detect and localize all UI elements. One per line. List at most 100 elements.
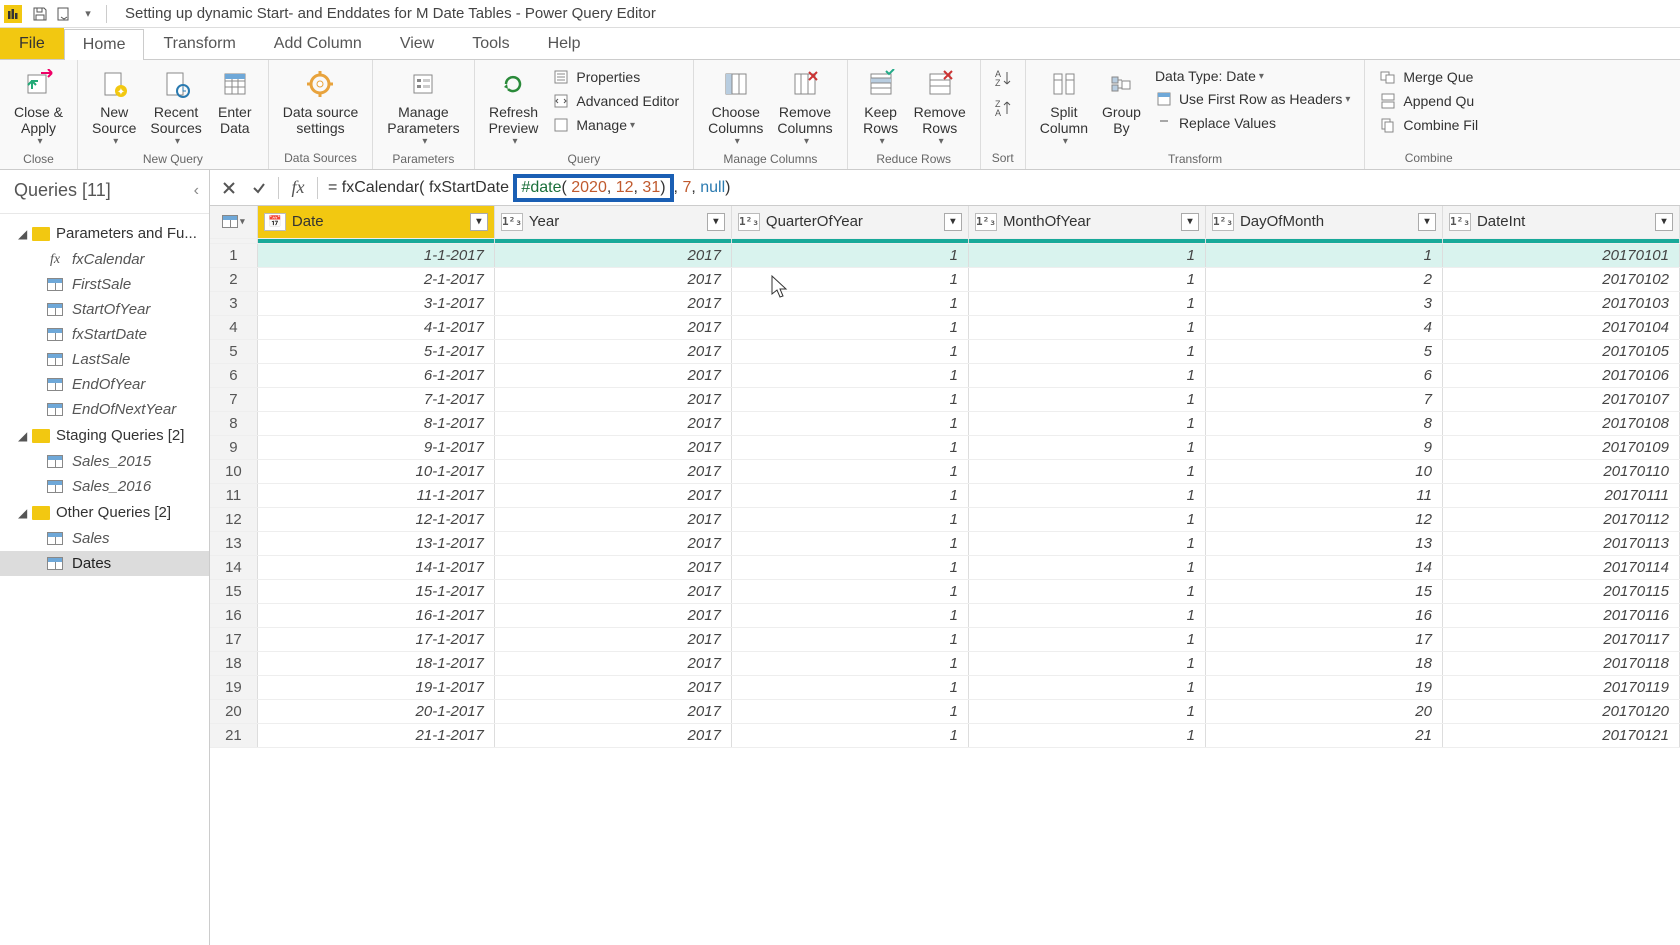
filter-dropdown-icon[interactable]: ▾ — [470, 213, 488, 231]
cell[interactable]: 7 — [1205, 387, 1442, 411]
cell[interactable]: 20170114 — [1442, 555, 1679, 579]
tab-home[interactable]: Home — [64, 29, 145, 60]
cell[interactable]: 1 — [731, 579, 968, 603]
column-header-quarterofyear[interactable]: 1²₃QuarterOfYear▾ — [731, 206, 968, 238]
data-type-button[interactable]: Data Type: Date▾ — [1149, 66, 1356, 86]
cell[interactable]: 20170116 — [1442, 603, 1679, 627]
table-row[interactable]: 1212-1-20172017111220170112 — [210, 507, 1680, 531]
tab-view[interactable]: View — [381, 28, 453, 59]
cell[interactable]: 2017 — [494, 339, 731, 363]
cell[interactable]: 2 — [1205, 267, 1442, 291]
fx-button[interactable]: fx — [283, 174, 313, 202]
table-row[interactable]: 1515-1-20172017111520170115 — [210, 579, 1680, 603]
tab-help[interactable]: Help — [529, 28, 600, 59]
tab-transform[interactable]: Transform — [144, 28, 254, 59]
row-number[interactable]: 9 — [210, 435, 257, 459]
cell[interactable]: 2017 — [494, 435, 731, 459]
commit-formula-button[interactable] — [244, 174, 274, 202]
column-header-dayofmonth[interactable]: 1²₃DayOfMonth▾ — [1205, 206, 1442, 238]
cell[interactable]: 1 — [968, 507, 1205, 531]
row-number[interactable]: 18 — [210, 651, 257, 675]
cell[interactable]: 2017 — [494, 507, 731, 531]
cell[interactable]: 2-1-2017 — [257, 267, 494, 291]
tab-file[interactable]: File — [0, 28, 64, 59]
cell[interactable]: 2017 — [494, 387, 731, 411]
new-source-button[interactable]: ✦New Source▾ — [86, 64, 142, 150]
cell[interactable]: 20170102 — [1442, 267, 1679, 291]
row-number[interactable]: 4 — [210, 315, 257, 339]
cell[interactable]: 1 — [968, 267, 1205, 291]
cell[interactable]: 15-1-2017 — [257, 579, 494, 603]
cell[interactable]: 17 — [1205, 627, 1442, 651]
cell[interactable]: 20170106 — [1442, 363, 1679, 387]
tree-item-sales_2015[interactable]: Sales_2015 — [0, 449, 209, 474]
cell[interactable]: 10 — [1205, 459, 1442, 483]
filter-dropdown-icon[interactable]: ▾ — [707, 213, 725, 231]
cell[interactable]: 1 — [968, 699, 1205, 723]
cell[interactable]: 1 — [731, 267, 968, 291]
filter-dropdown-icon[interactable]: ▾ — [944, 213, 962, 231]
remove-rows-button[interactable]: Remove Rows▾ — [908, 64, 972, 150]
cell[interactable]: 2017 — [494, 411, 731, 435]
cell[interactable]: 21 — [1205, 723, 1442, 747]
table-row[interactable]: 33-1-2017201711320170103 — [210, 291, 1680, 315]
cell[interactable]: 20170117 — [1442, 627, 1679, 651]
cell[interactable]: 1 — [731, 507, 968, 531]
cell[interactable]: 1 — [968, 627, 1205, 651]
row-number[interactable]: 6 — [210, 363, 257, 387]
table-row[interactable]: 1111-1-20172017111120170111 — [210, 483, 1680, 507]
tree-item-dates[interactable]: Dates — [0, 551, 209, 576]
cell[interactable]: 2017 — [494, 651, 731, 675]
row-number[interactable]: 11 — [210, 483, 257, 507]
cell[interactable]: 1 — [731, 531, 968, 555]
cell[interactable]: 3 — [1205, 291, 1442, 315]
cell[interactable]: 2017 — [494, 555, 731, 579]
cell[interactable]: 1-1-2017 — [257, 243, 494, 267]
cancel-formula-button[interactable] — [214, 174, 244, 202]
collapse-panel-icon[interactable]: ‹ — [194, 182, 199, 200]
cell[interactable]: 1 — [731, 387, 968, 411]
table-row[interactable]: 1717-1-20172017111720170117 — [210, 627, 1680, 651]
cell[interactable]: 2017 — [494, 675, 731, 699]
cell[interactable]: 1 — [731, 315, 968, 339]
sort-desc-button[interactable]: ZA — [989, 94, 1017, 122]
table-row[interactable]: 66-1-2017201711620170106 — [210, 363, 1680, 387]
cell[interactable]: 20170101 — [1442, 243, 1679, 267]
cell[interactable]: 20170113 — [1442, 531, 1679, 555]
row-number[interactable]: 21 — [210, 723, 257, 747]
filter-dropdown-icon[interactable]: ▾ — [1655, 213, 1673, 231]
table-row[interactable]: 2020-1-20172017112020170120 — [210, 699, 1680, 723]
row-number[interactable]: 2 — [210, 267, 257, 291]
first-row-headers-button[interactable]: Use First Row as Headers▾ — [1149, 88, 1356, 110]
table-row[interactable]: 44-1-2017201711420170104 — [210, 315, 1680, 339]
cell[interactable]: 11 — [1205, 483, 1442, 507]
cell[interactable]: 20170104 — [1442, 315, 1679, 339]
tree-item-fxcalendar[interactable]: fxfxCalendar — [0, 247, 209, 272]
table-row[interactable]: 88-1-2017201711820170108 — [210, 411, 1680, 435]
manage-parameters-button[interactable]: Manage Parameters▾ — [381, 64, 465, 150]
cell[interactable]: 2017 — [494, 531, 731, 555]
cell[interactable]: 1 — [731, 339, 968, 363]
number-type-icon[interactable]: 1²₃ — [738, 213, 760, 231]
tree-group[interactable]: ◢Other Queries [2] — [0, 499, 209, 526]
cell[interactable]: 8-1-2017 — [257, 411, 494, 435]
cell[interactable]: 1 — [968, 675, 1205, 699]
cell[interactable]: 9-1-2017 — [257, 435, 494, 459]
properties-button[interactable]: Properties — [546, 66, 685, 88]
table-row[interactable]: 1919-1-20172017111920170119 — [210, 675, 1680, 699]
row-number[interactable]: 3 — [210, 291, 257, 315]
cell[interactable]: 2017 — [494, 363, 731, 387]
cell[interactable]: 1 — [968, 579, 1205, 603]
cell[interactable]: 2017 — [494, 627, 731, 651]
row-number[interactable]: 8 — [210, 411, 257, 435]
filter-dropdown-icon[interactable]: ▾ — [1181, 213, 1199, 231]
cell[interactable]: 1 — [968, 291, 1205, 315]
cell[interactable]: 1 — [731, 243, 968, 267]
row-number[interactable]: 1 — [210, 243, 257, 267]
qat-dropdown-icon[interactable] — [53, 3, 75, 25]
cell[interactable]: 2017 — [494, 483, 731, 507]
cell[interactable]: 5-1-2017 — [257, 339, 494, 363]
cell[interactable]: 1 — [731, 675, 968, 699]
table-row[interactable]: 2121-1-20172017112120170121 — [210, 723, 1680, 747]
cell[interactable]: 14-1-2017 — [257, 555, 494, 579]
